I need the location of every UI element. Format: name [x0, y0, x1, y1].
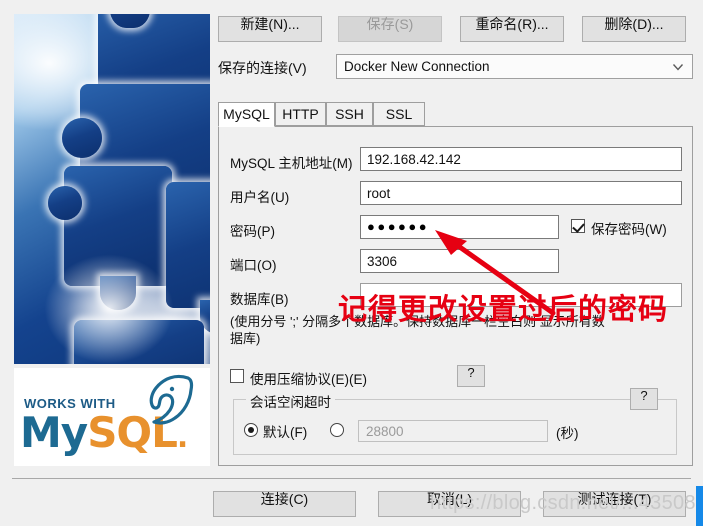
saved-connection-select[interactable]: Docker New Connection: [336, 54, 693, 79]
save-connection-button[interactable]: 保存(S): [338, 16, 442, 42]
port-input[interactable]: 3306: [360, 249, 559, 273]
password-label: 密码(P): [230, 224, 275, 239]
username-label: 用户名(U): [230, 190, 290, 205]
connect-button[interactable]: 连接(C): [213, 491, 356, 517]
tab-http[interactable]: HTTP: [275, 102, 326, 126]
chevron-down-icon: [672, 64, 684, 71]
connection-form-panel: 新建(N)... 保存(S) 重命名(R)... 删除(D)... 保存的连接(…: [210, 0, 703, 478]
session-timeout-group: 会话空闲超时 默认(F) 28800 (秒) ?: [233, 388, 677, 455]
works-with-mysql-logo: WORKS WITH MySQL.: [14, 368, 210, 466]
connection-dialog: WORKS WITH MySQL. 新建(N)... 保存(S) 重命名(R).…: [0, 0, 703, 526]
compression-checkbox-icon[interactable]: [230, 369, 244, 383]
port-label: 端口(O): [230, 258, 277, 273]
rename-connection-button[interactable]: 重命名(R)...: [460, 16, 564, 42]
username-row: 用户名(U) root: [219, 179, 694, 209]
host-input[interactable]: 192.168.42.142: [360, 147, 682, 171]
port-row: 端口(O) 3306: [219, 247, 694, 277]
timeout-unit-label: (秒): [556, 426, 579, 441]
timeout-seconds-value: 28800: [366, 424, 404, 439]
checkbox-icon: [571, 219, 585, 233]
puzzle-pieces-image: [14, 14, 210, 364]
cancel-button[interactable]: 取消(L): [378, 491, 521, 517]
left-branding-panel: WORKS WITH MySQL.: [0, 0, 210, 478]
radio-default-timeout-label: 默认(F): [263, 425, 308, 440]
delete-connection-button[interactable]: 删除(D)...: [582, 16, 686, 42]
password-value: ●●●●●●: [367, 219, 430, 234]
saved-connection-value: Docker New Connection: [344, 59, 490, 74]
saved-connection-row: 保存的连接(V) Docker New Connection: [210, 52, 703, 84]
tab-ssh[interactable]: SSH: [326, 102, 373, 126]
new-connection-button[interactable]: 新建(N)...: [218, 16, 322, 42]
help-button-compression[interactable]: ?: [457, 365, 485, 387]
mysql-wordmark-my: My: [20, 408, 88, 457]
port-value: 3306: [367, 254, 398, 269]
save-password-checkbox[interactable]: 保存密码(W): [571, 217, 691, 237]
use-compression-row: 使用压缩协议(E)(E) ?: [230, 365, 670, 389]
password-input[interactable]: ●●●●●●: [360, 215, 559, 239]
right-edge-accent-bar: [696, 486, 703, 526]
database-label: 数据库(B): [230, 292, 289, 307]
host-value: 192.168.42.142: [367, 152, 461, 167]
host-label: MySQL 主机地址(M): [230, 156, 353, 171]
use-compression-label: 使用压缩协议(E)(E): [250, 372, 367, 387]
connection-toolbar: 新建(N)... 保存(S) 重命名(R)... 删除(D)...: [210, 0, 703, 46]
username-input[interactable]: root: [360, 181, 682, 205]
radio-custom-timeout[interactable]: [330, 423, 344, 437]
session-timeout-legend: 会话空闲超时: [246, 391, 335, 411]
host-row: MySQL 主机地址(M) 192.168.42.142: [219, 145, 694, 175]
test-connection-button[interactable]: 测试连接(T): [543, 491, 686, 517]
radio-default-timeout[interactable]: [244, 423, 258, 437]
help-button-session-timeout[interactable]: ?: [630, 388, 658, 410]
username-value: root: [367, 186, 391, 201]
tab-mysql[interactable]: MySQL: [218, 102, 275, 127]
dolphin-icon: [149, 374, 194, 425]
annotation-text: 记得更改设置过后的密码: [338, 292, 669, 326]
protocol-tabstrip: MySQL HTTP SSH SSL: [218, 102, 693, 127]
saved-connection-label: 保存的连接(V): [218, 60, 307, 76]
tab-ssl[interactable]: SSL: [373, 102, 425, 126]
dialog-footer: 连接(C) 取消(L) 测试连接(T): [0, 479, 703, 526]
timeout-seconds-input[interactable]: 28800: [358, 420, 548, 442]
save-password-label: 保存密码(W): [591, 222, 667, 237]
